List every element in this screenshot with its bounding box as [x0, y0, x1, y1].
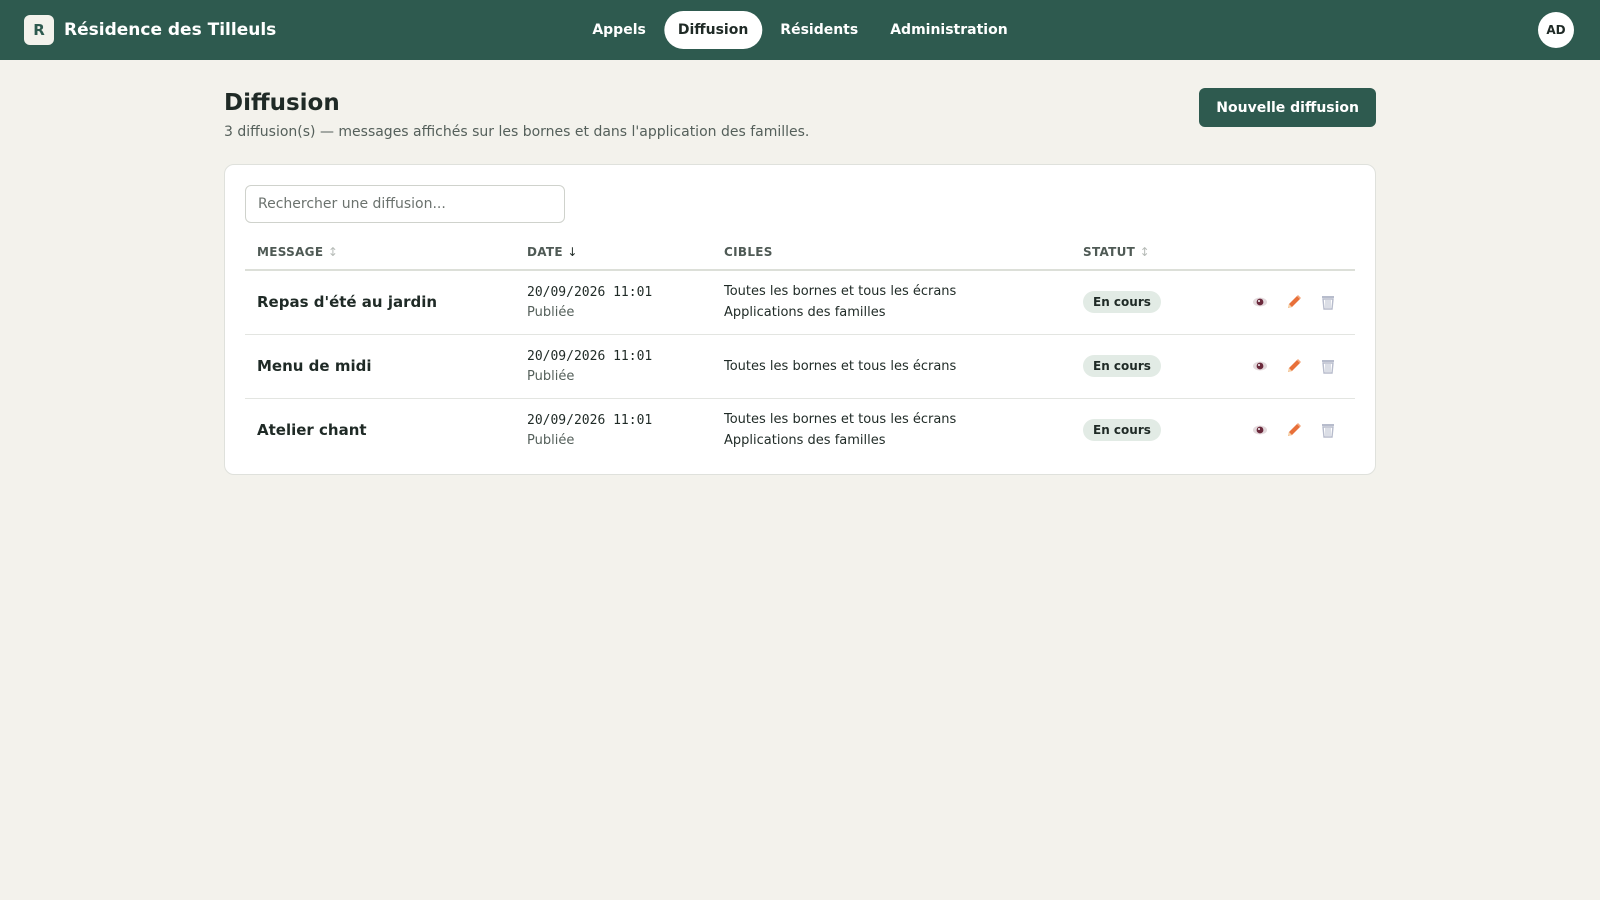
target-family-apps: Applications des familles: [724, 305, 886, 321]
column-header-message[interactable]: MESSAGE ↕: [245, 237, 515, 271]
status-badge: En cours: [1083, 419, 1161, 442]
nav-residents[interactable]: Résidents: [766, 11, 872, 49]
trash-icon[interactable]: [1319, 357, 1337, 375]
column-header-targets: CIBLES: [712, 237, 1071, 271]
status-badge: En cours: [1083, 355, 1161, 377]
row-actions: [1203, 421, 1343, 439]
broadcast-table: MESSAGE ↕ DATE ↓ CIBLES STATUT ↕ Repas d…: [245, 237, 1355, 462]
target-kiosks: Toutes les bornes et tous les écrans: [724, 412, 957, 428]
brand[interactable]: R Résidence des Tilleuls: [24, 15, 276, 45]
table-row[interactable]: Repas d'été au jardin 20/09/2026 11:01 Pu…: [245, 270, 1355, 335]
brand-name: Résidence des Tilleuls: [64, 20, 277, 40]
status-badge: En cours: [1083, 291, 1161, 314]
broadcast-date: 20/09/2026 11:01: [527, 284, 653, 300]
trash-icon[interactable]: [1319, 421, 1337, 439]
message-title[interactable]: Repas d'été au jardin: [257, 293, 503, 311]
trash-icon[interactable]: [1319, 293, 1337, 311]
nav-appels[interactable]: Appels: [578, 11, 660, 49]
publication-state: Publiée: [527, 368, 575, 384]
column-status-label: STATUT: [1083, 245, 1136, 259]
message-title[interactable]: Menu de midi: [257, 357, 503, 375]
brand-logo: R: [24, 15, 54, 45]
table-header-row: MESSAGE ↕ DATE ↓ CIBLES STATUT ↕: [245, 237, 1355, 271]
eye-icon[interactable]: [1251, 421, 1269, 439]
broadcast-date: 20/09/2026 11:01: [527, 412, 653, 428]
publication-state: Publiée: [527, 304, 575, 320]
nav-diffusion[interactable]: Diffusion: [663, 11, 763, 49]
pencil-icon[interactable]: [1285, 421, 1303, 439]
column-message-label: MESSAGE: [257, 245, 324, 259]
sort-icon: ↕: [327, 245, 339, 259]
new-broadcast-button[interactable]: Nouvelle diffusion: [1199, 88, 1376, 127]
eye-icon[interactable]: [1251, 357, 1269, 375]
publication-state: Publiée: [527, 432, 575, 448]
column-header-actions: [1191, 237, 1355, 271]
pencil-icon[interactable]: [1285, 357, 1303, 375]
column-header-status[interactable]: STATUT ↕: [1071, 237, 1191, 271]
target-kiosks: Toutes les bornes et tous les écrans: [724, 358, 957, 374]
broadcast-date: 20/09/2026 11:01: [527, 348, 653, 364]
search-input[interactable]: [245, 185, 565, 223]
main-nav: Appels Diffusion Résidents Administratio…: [578, 11, 1021, 49]
sort-icon: ↕: [1139, 245, 1151, 259]
top-navigation-bar: R Résidence des Tilleuls Appels Diffusio…: [0, 0, 1600, 60]
sort-desc-icon: ↓: [567, 245, 578, 259]
column-targets-label: CIBLES: [724, 245, 773, 259]
pencil-icon[interactable]: [1285, 293, 1303, 311]
main-content: Diffusion 3 diffusion(s) — messages affi…: [224, 60, 1376, 475]
table-row[interactable]: Atelier chant 20/09/2026 11:01 Publiée To…: [245, 398, 1355, 462]
row-actions: [1203, 357, 1343, 375]
broadcast-list-card: MESSAGE ↕ DATE ↓ CIBLES STATUT ↕ Repas d…: [224, 164, 1376, 475]
column-header-date[interactable]: DATE ↓: [515, 237, 712, 271]
user-avatar[interactable]: AD: [1538, 12, 1574, 48]
table-row[interactable]: Menu de midi 20/09/2026 11:01 Publiée Tou…: [245, 334, 1355, 399]
target-family-apps: Applications des familles: [724, 433, 886, 449]
row-actions: [1203, 293, 1343, 311]
eye-icon[interactable]: [1251, 293, 1269, 311]
target-kiosks: Toutes les bornes et tous les écrans: [724, 284, 957, 300]
nav-administration[interactable]: Administration: [876, 11, 1021, 49]
column-date-label: DATE: [527, 245, 563, 259]
message-title[interactable]: Atelier chant: [257, 421, 503, 439]
